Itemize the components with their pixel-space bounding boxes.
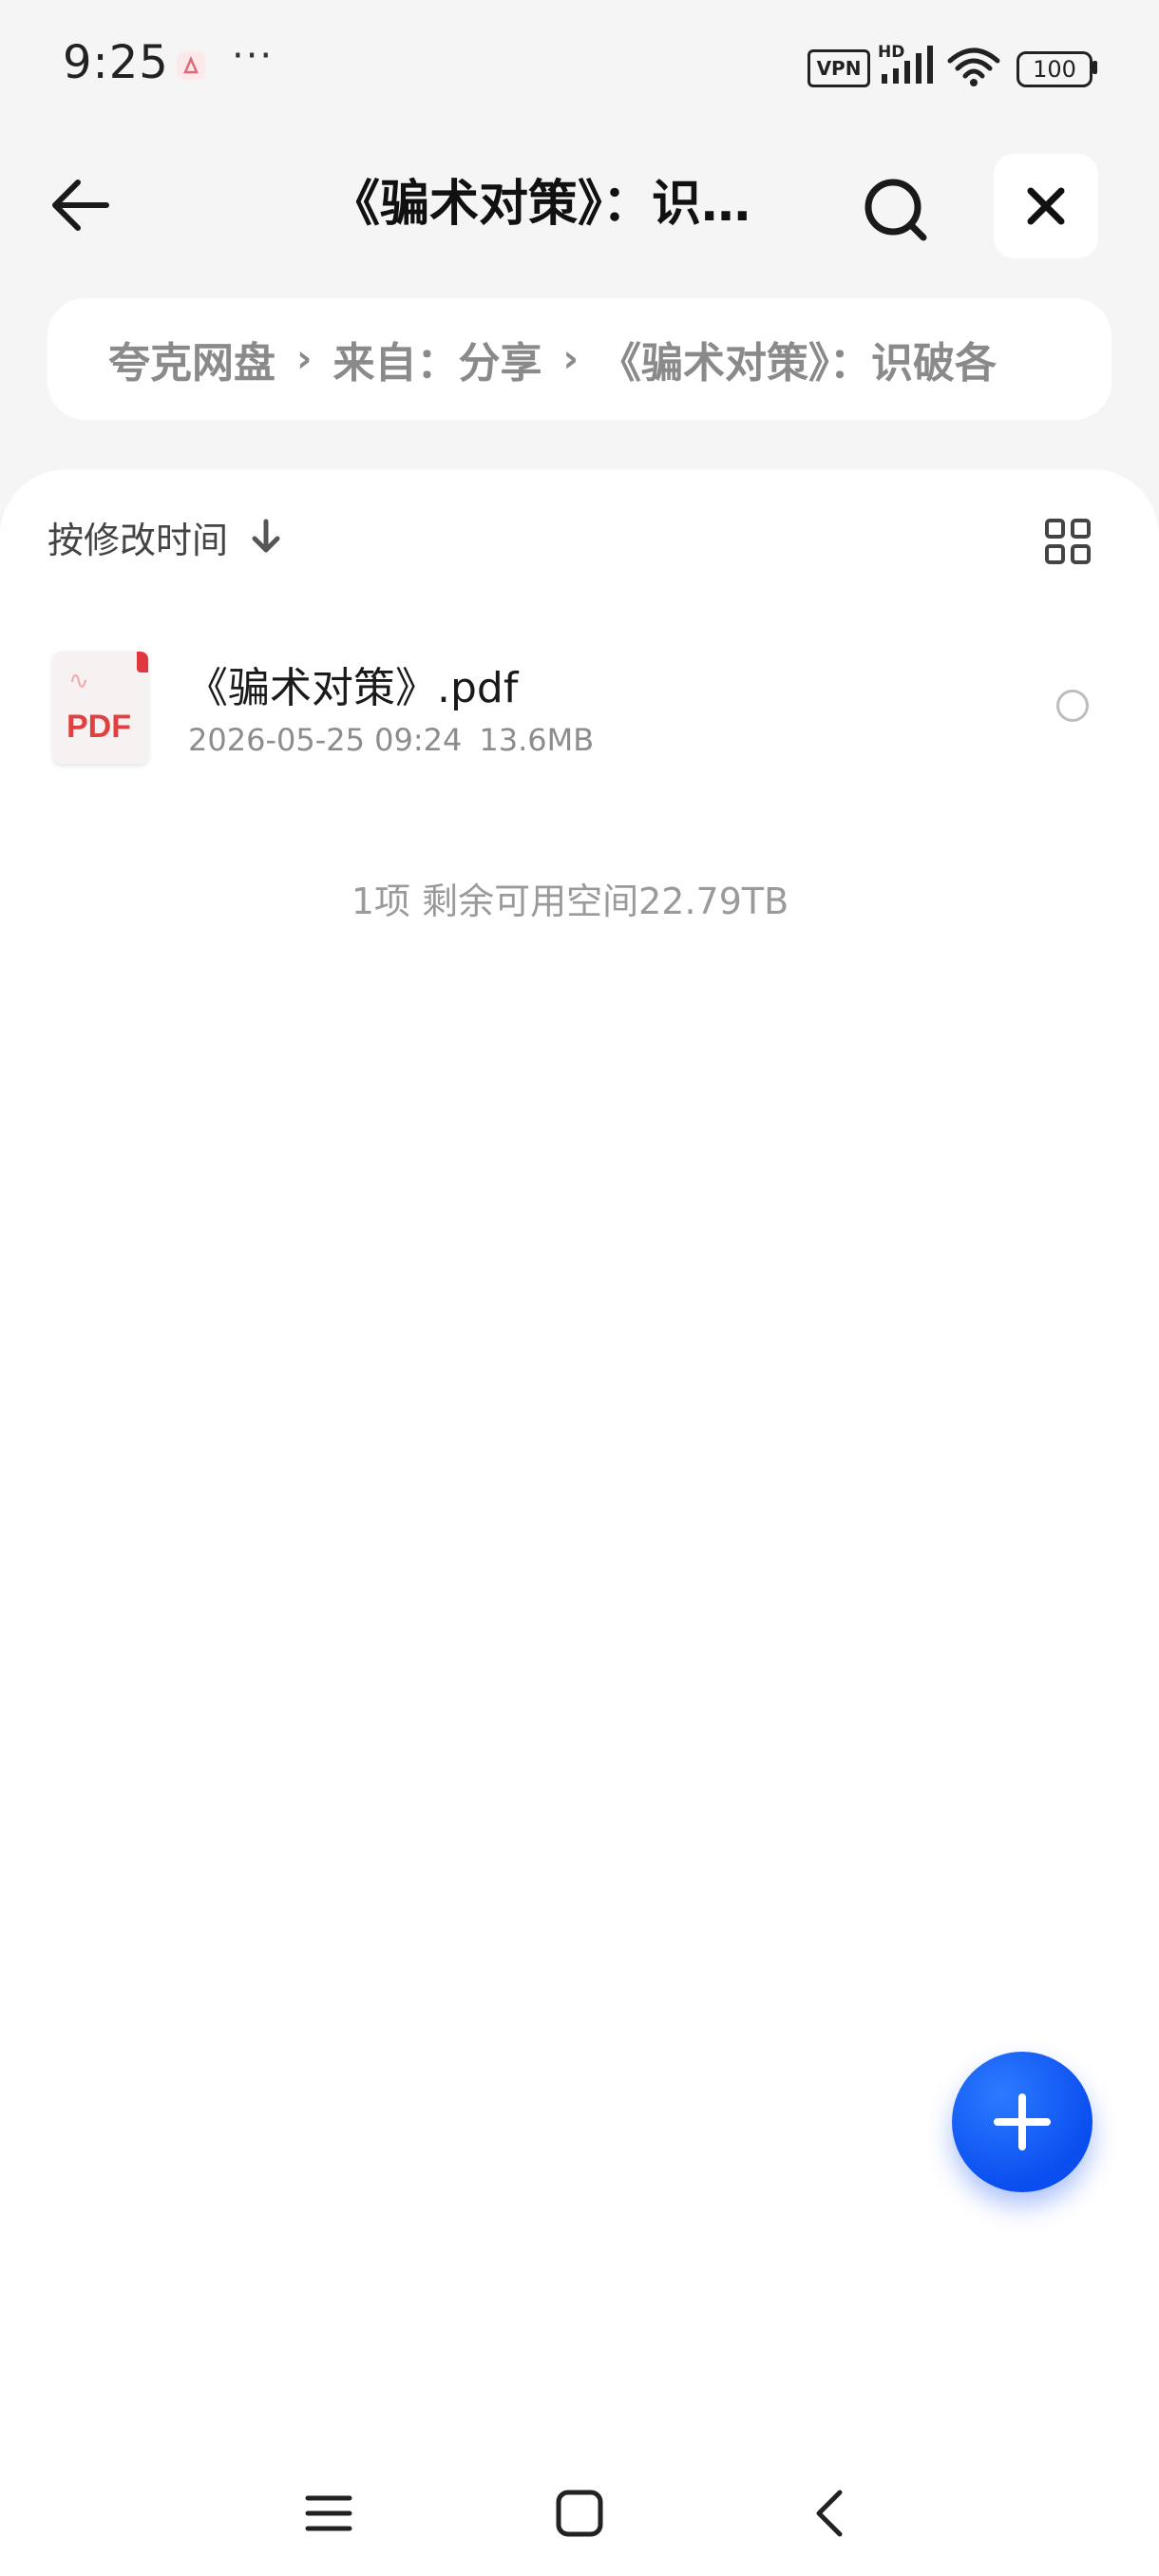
status-time: 9:25 — [63, 36, 169, 89]
back-icon — [816, 2490, 843, 2537]
search-button[interactable] — [853, 167, 939, 253]
file-list-panel: 按修改时间 ∿ PDF 《骗术对策》.pdf 2026-05-25 09:24 1… — [0, 469, 1159, 2576]
close-icon — [1027, 187, 1065, 225]
add-button[interactable] — [952, 2052, 1092, 2192]
storage-summary: 1项 剩余可用空间22.79TB — [351, 881, 789, 922]
breadcrumb: 夸克网盘 › 来自：分享 › 《骗术对策》：识破各 — [48, 298, 1112, 420]
grid-view-button[interactable] — [1039, 513, 1096, 570]
grid-view-icon — [1045, 519, 1091, 564]
arrow-down-icon — [252, 519, 280, 553]
wifi-icon — [946, 46, 1001, 87]
sort-label: 按修改时间 — [48, 519, 229, 561]
signal-icon: HD — [878, 44, 939, 87]
close-button[interactable] — [994, 154, 1098, 258]
top-app-bar: 《骗术对策》：识… — [0, 133, 1159, 275]
breadcrumb-item-root[interactable]: 夸克网盘 — [108, 329, 276, 389]
battery-indicator: 100 — [1016, 51, 1092, 87]
page-title: 《骗术对策》：识… — [331, 176, 751, 233]
network-type-label: HD — [878, 43, 905, 62]
app-notification-icon — [177, 51, 205, 80]
file-name: 《骗术对策》.pdf — [186, 664, 519, 712]
home-icon — [556, 2490, 603, 2537]
system-back-button[interactable] — [796, 2479, 864, 2548]
file-date: 2026-05-25 09:24 — [188, 722, 463, 758]
pdf-file-icon: ∿ PDF — [53, 652, 148, 764]
more-notifications-icon: ··· — [232, 34, 275, 78]
file-list-item[interactable]: ∿ PDF 《骗术对策》.pdf 2026-05-25 09:24 13.6MB — [0, 631, 1159, 773]
vpn-badge: VPN — [808, 49, 870, 87]
acrobat-logo-icon: ∿ — [68, 667, 89, 695]
home-button[interactable] — [545, 2479, 614, 2548]
plus-icon — [994, 2093, 1051, 2150]
back-button[interactable] — [44, 167, 120, 243]
pdf-corner-tab — [137, 652, 148, 672]
chevron-right-icon: › — [562, 337, 579, 381]
status-bar: 9:25 ··· VPN HD 100 — [0, 0, 1159, 133]
breadcrumb-fade — [1016, 298, 1054, 420]
breadcrumb-mask — [1053, 298, 1112, 420]
sort-control[interactable]: 按修改时间 — [48, 513, 283, 561]
chevron-right-icon: › — [296, 337, 313, 381]
breadcrumb-item-share[interactable]: 来自：分享 — [332, 329, 542, 389]
system-nav-bar — [0, 2451, 1159, 2576]
pdf-type-label: PDF — [66, 709, 131, 745]
search-icon — [864, 179, 927, 241]
battery-tip — [1092, 61, 1097, 74]
breadcrumb-item-current[interactable]: 《骗术对策》：识破各 — [599, 329, 997, 389]
recent-apps-button[interactable] — [294, 2479, 363, 2548]
menu-icon — [305, 2495, 352, 2531]
file-meta: 2026-05-25 09:24 13.6MB — [188, 722, 594, 758]
select-radio[interactable] — [1056, 690, 1089, 722]
file-size: 13.6MB — [479, 722, 595, 758]
arrow-left-icon — [52, 180, 109, 231]
